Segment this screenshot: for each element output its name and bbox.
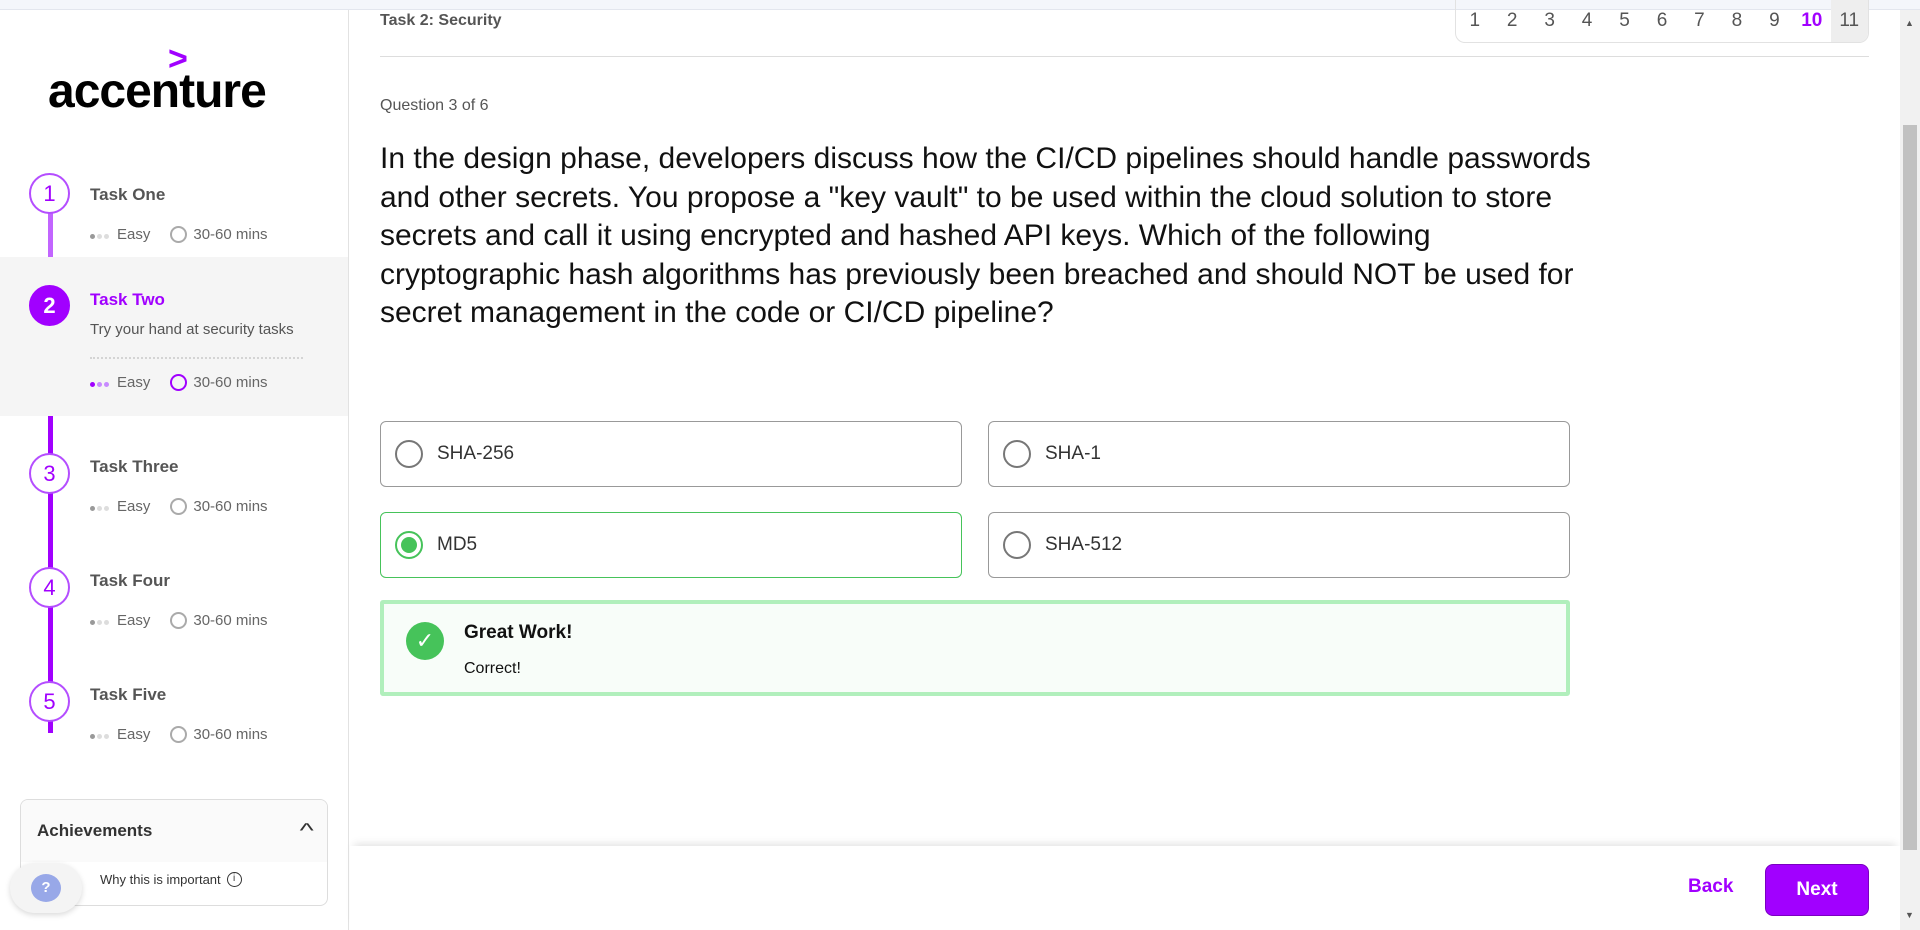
option-label: SHA-256 [437,443,515,464]
page-3[interactable]: 3 [1531,0,1568,42]
step-meta: Easy 30-60 mins [90,726,268,743]
scroll-up-icon[interactable]: ▲ [1905,18,1914,28]
page-10[interactable]: 10 [1793,0,1830,42]
difficulty-dots-icon [90,374,111,391]
sidebar-step-task-five[interactable]: 5 Task Five Easy 30-60 mins [0,659,348,769]
help-chat-button[interactable]: ? [10,863,82,913]
step-title: Task Five [90,685,167,704]
scrollbar[interactable]: ▲ ▼ [1900,10,1920,930]
radio-selected-icon[interactable] [395,531,423,559]
difficulty-dots-icon [90,726,111,743]
option-label: SHA-512 [1045,534,1123,555]
task-label: Task 2: Security [380,12,502,29]
sidebar-step-task-two[interactable]: 2 Task Two Try your hand at security tas… [0,257,348,416]
sidebar-step-task-one[interactable]: 1 Task One Easy 30-60 mins [0,150,348,257]
duration: 30-60 mins [193,374,268,391]
page-7[interactable]: 7 [1681,0,1718,42]
duration: 30-60 mins [193,226,268,243]
why-important-label: Why this is important [100,872,221,887]
feedback-text: Correct! [464,660,521,677]
step-number: 5 [29,681,70,722]
step-description: Try your hand at security tasks [90,321,294,338]
feedback-correct: ✓ Great Work! Correct! [380,600,1570,696]
step-meta: Easy 30-60 mins [90,226,268,243]
difficulty: Easy [117,498,151,515]
question-counter: Question 3 of 6 [380,97,489,114]
radio-icon[interactable] [1003,440,1031,468]
difficulty: Easy [117,226,151,243]
check-circle-icon: ✓ [406,622,444,660]
step-number: 3 [29,453,70,494]
step-title: Task Two [90,290,165,309]
page-8[interactable]: 8 [1718,0,1755,42]
step-meta: Easy 30-60 mins [90,498,268,515]
sidebar-step-task-four[interactable]: 4 Task Four Easy 30-60 mins [0,545,348,655]
step-number: 2 [29,285,70,326]
page-9[interactable]: 9 [1756,0,1793,42]
feedback-title: Great Work! [464,622,573,643]
page-11[interactable]: 11 [1830,0,1868,42]
option-label: SHA-1 [1045,443,1101,464]
back-button[interactable]: Back [1688,876,1733,898]
chevron-up-icon[interactable]: ^ [299,820,313,843]
radio-icon[interactable] [1003,531,1031,559]
option-label: MD5 [437,534,478,555]
scroll-down-icon[interactable]: ▼ [1905,910,1914,920]
logo-text: accenture [48,65,267,118]
scrollbar-thumb[interactable] [1903,125,1917,850]
question-pagination: 1 2 3 4 5 6 7 8 9 10 11 [1455,0,1869,43]
step-title: Task One [90,185,166,204]
difficulty-dots-icon [90,226,111,243]
header-divider [380,56,1869,57]
duration: 30-60 mins [193,726,268,743]
difficulty: Easy [117,726,151,743]
footer-bar [350,846,1900,930]
option-sha-512[interactable]: SHA-512 [988,512,1570,578]
sidebar: > accenture 1 Task One Easy 30-60 mins 2 … [0,10,349,930]
step-number: 4 [29,567,70,608]
clock-icon [170,726,188,743]
step-meta: Easy 30-60 mins [90,612,268,629]
step-meta: Easy 30-60 mins [90,374,268,391]
achievements-header[interactable]: Achievements ^ [21,800,327,862]
help-icon: ? [31,874,61,902]
page-1[interactable]: 1 [1456,0,1493,42]
clock-icon [170,612,188,629]
radio-icon[interactable] [395,440,423,468]
option-sha-256[interactable]: SHA-256 [380,421,962,487]
question-text: In the design phase, developers discuss … [380,142,1591,329]
page-4[interactable]: 4 [1568,0,1605,42]
step-separator [90,357,303,359]
step-title: Task Three [90,457,179,476]
duration: 30-60 mins [193,612,268,629]
difficulty: Easy [117,374,151,391]
option-sha-1[interactable]: SHA-1 [988,421,1570,487]
page-5[interactable]: 5 [1606,0,1643,42]
page-2[interactable]: 2 [1493,0,1530,42]
clock-icon [170,498,188,515]
page-6[interactable]: 6 [1643,0,1680,42]
duration: 30-60 mins [193,498,268,515]
difficulty-dots-icon [90,612,111,629]
clock-icon [170,374,188,391]
info-icon[interactable]: i [226,872,242,887]
step-title: Task Four [90,571,170,590]
option-md5[interactable]: MD5 [380,512,962,578]
difficulty: Easy [117,612,151,629]
step-number: 1 [29,173,70,214]
clock-icon [170,226,188,243]
sidebar-step-task-three[interactable]: 3 Task Three Easy 30-60 mins [0,430,348,540]
achievements-title: Achievements [37,821,153,840]
next-button[interactable]: Next [1765,864,1869,916]
difficulty-dots-icon [90,498,111,515]
